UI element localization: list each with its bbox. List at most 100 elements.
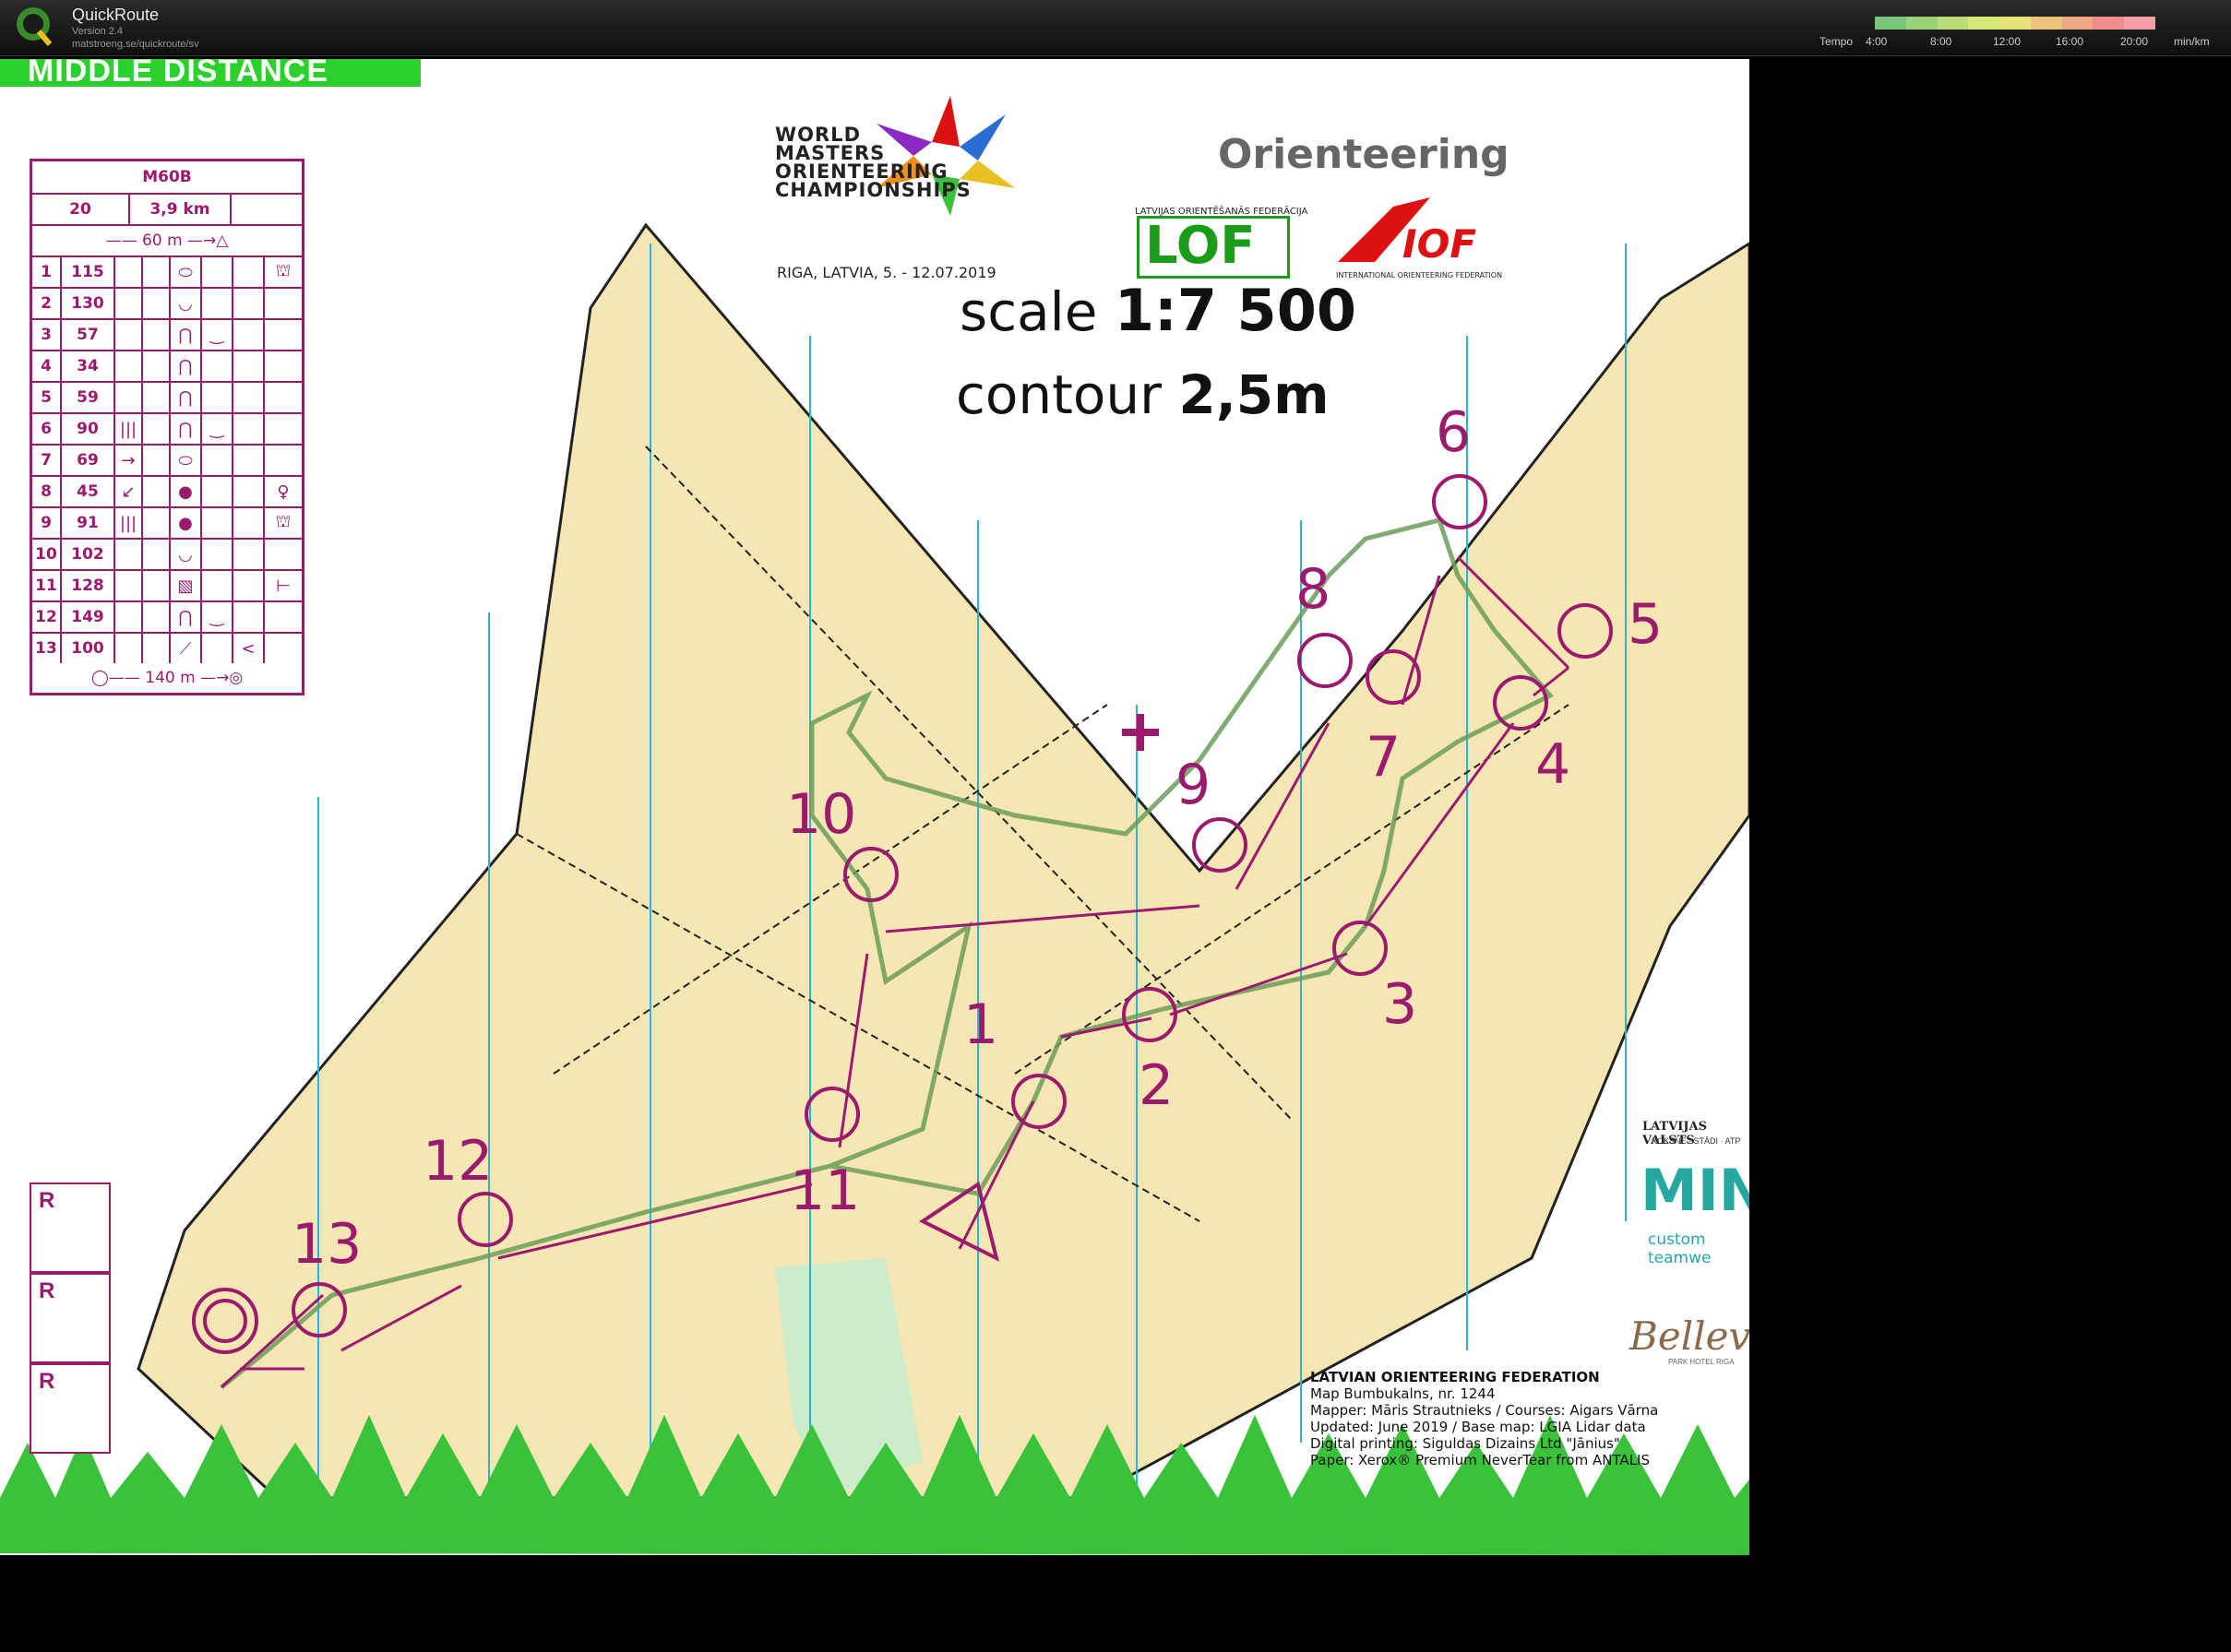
control-code: 115 <box>62 257 115 287</box>
tempo-color-segment <box>1999 17 2031 30</box>
sponsor-mint-sub: custom teamwe <box>1648 1230 1712 1267</box>
description-row: 7 69 → ⬭ <box>32 446 302 477</box>
control-symbol <box>265 289 302 318</box>
control-symbol <box>143 540 171 569</box>
control-seq: 11 <box>32 571 62 600</box>
control-number: 4 <box>1535 732 1571 797</box>
control-number: 8 <box>1295 557 1331 622</box>
wmoc-line: ORIENTEERING <box>775 160 948 183</box>
control-number: 10 <box>786 782 857 847</box>
control-symbol: ⬭ <box>171 446 202 475</box>
control-code: 149 <box>62 602 115 632</box>
control-seq: 9 <box>32 508 62 538</box>
contour-value: 2,5m <box>1178 363 1330 426</box>
lof-logo: LOF <box>1137 216 1290 279</box>
tempo-tick: 8:00 <box>1930 35 1952 48</box>
control-symbol <box>143 320 171 350</box>
scale-value: 1:7 500 <box>1114 277 1356 344</box>
app-version: Version 2.4 <box>72 26 124 37</box>
start-leg-arrow-icon: —— <box>105 232 137 250</box>
control-symbol <box>143 383 171 412</box>
control-number: 13 <box>292 1212 363 1277</box>
map-credits: LATVIAN ORIENTEERING FEDERATION Map Bumb… <box>1310 1369 1658 1468</box>
control-symbol <box>233 446 265 475</box>
course-length: 3,9 km <box>130 195 232 224</box>
reserve-label: R <box>39 1369 55 1394</box>
control-number: 7 <box>1366 725 1402 790</box>
tempo-color-segment <box>2124 17 2156 30</box>
control-symbol <box>265 602 302 632</box>
reserve-label: R <box>39 1278 55 1303</box>
control-symbol <box>233 571 265 600</box>
control-symbol: ⋂ <box>171 414 202 444</box>
control-symbol: ↙ <box>115 477 143 506</box>
control-symbol <box>265 634 302 663</box>
reserve-box: R <box>30 1363 111 1454</box>
control-symbol: ⬭ <box>171 257 202 287</box>
orienteering-logo: Orienteering <box>1218 131 1509 178</box>
control-symbol: ⋂ <box>171 383 202 412</box>
control-symbol <box>202 508 233 538</box>
control-seq: 10 <box>32 540 62 569</box>
description-row: 8 45 ↙ ● ♀ <box>32 477 302 508</box>
scale-label: scale 1:7 500 <box>960 277 1356 344</box>
description-row: 9 91 ||| ● ⛫ <box>32 508 302 540</box>
control-symbol <box>202 257 233 287</box>
first-aid-cross <box>1122 714 1159 751</box>
control-symbol <box>115 634 143 663</box>
control-symbol: ⊢ <box>276 576 291 596</box>
control-symbol <box>233 351 265 381</box>
control-symbol <box>202 289 233 318</box>
control-symbol <box>202 477 233 506</box>
description-row: 6 90 ||| ⋂ ‿ <box>32 414 302 446</box>
wmoc-line: CHAMPIONSHIPS <box>775 179 972 201</box>
control-symbol <box>115 257 143 287</box>
control-number: 1 <box>963 992 999 1057</box>
control-symbol <box>202 446 233 475</box>
tempo-tick: 12:00 <box>1993 35 2022 48</box>
control-symbol <box>202 634 233 663</box>
tempo-color-segment <box>2061 17 2094 30</box>
description-row: 3 57 ⋂ ‿ <box>32 320 302 351</box>
control-code: 130 <box>62 289 115 318</box>
control-code: 59 <box>62 383 115 412</box>
control-symbol <box>202 351 233 381</box>
tempo-color-scale <box>1875 17 2156 30</box>
control-circle-8 <box>1297 633 1353 688</box>
credits-line: Map Bumbukalns, nr. 1244 <box>1310 1385 1496 1402</box>
control-number: 11 <box>790 1159 861 1223</box>
tempo-color-segment <box>1905 17 1938 30</box>
control-symbol: ◡ <box>171 289 202 318</box>
control-code: 45 <box>62 477 115 506</box>
finish-arrow-icon: —→◎ <box>200 669 244 687</box>
control-symbol: < <box>233 634 265 663</box>
description-row: 5 59 ⋂ <box>32 383 302 414</box>
control-number: 12 <box>423 1129 494 1194</box>
control-symbol <box>265 383 302 412</box>
control-seq: 8 <box>32 477 62 506</box>
event-banner: MIDDLE DISTANCE <box>0 59 421 89</box>
control-symbol: ‿ <box>202 602 233 632</box>
tempo-label: Tempo <box>1819 35 1854 48</box>
control-seq: 13 <box>32 634 62 663</box>
control-symbol <box>233 289 265 318</box>
contour-word: contour <box>956 363 1162 426</box>
iof-subtitle: INTERNATIONAL ORIENTEERING FEDERATION <box>1336 271 1503 279</box>
tempo-tick: 20:00 <box>2120 35 2149 48</box>
map-canvas[interactable]: MIDDLE DISTANCE M60B 20 3,9 km —— 60 m —… <box>0 59 1749 1555</box>
sponsor-bellevue-sub: PARK HOTEL RIGA <box>1668 1358 1735 1366</box>
control-symbol <box>265 320 302 350</box>
control-seq: 2 <box>32 289 62 318</box>
finish-leg-circle-icon: ◯—— <box>90 669 140 687</box>
control-code: 90 <box>62 414 115 444</box>
start-arrow-icon: —→△ <box>187 232 229 250</box>
control-symbol: ● <box>171 477 202 506</box>
control-symbol <box>233 602 265 632</box>
control-symbol <box>233 320 265 350</box>
credits-heading: LATVIAN ORIENTEERING FEDERATION <box>1310 1369 1600 1385</box>
sponsor-lvm-sub: KOKSNE · STĀDI · ATP <box>1652 1136 1741 1146</box>
credits-line: Paper: Xerox® Premium NeverTear from ANT… <box>1310 1452 1650 1468</box>
tempo-color-segment <box>2093 17 2125 30</box>
control-seq: 3 <box>32 320 62 350</box>
control-symbol: ||| <box>115 414 143 444</box>
